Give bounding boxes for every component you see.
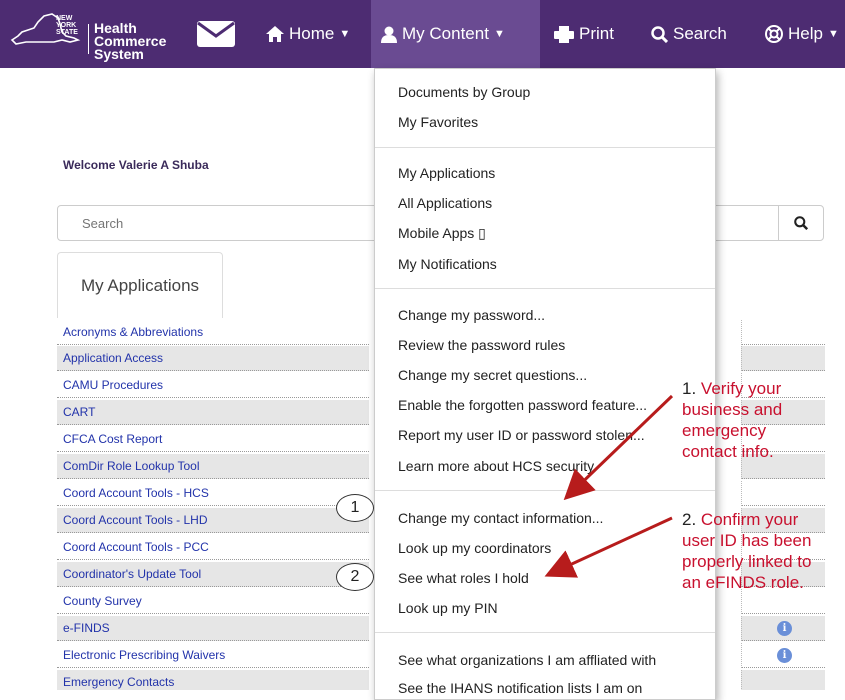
- annotation-confirm-role: 2. Confirm your user ID has been properl…: [682, 510, 812, 592]
- arrow-to-roles: [544, 516, 673, 578]
- arrow-to-contact-info: [563, 394, 674, 501]
- annotation-verify-contact: 1. Verify your business and emergency co…: [682, 379, 783, 461]
